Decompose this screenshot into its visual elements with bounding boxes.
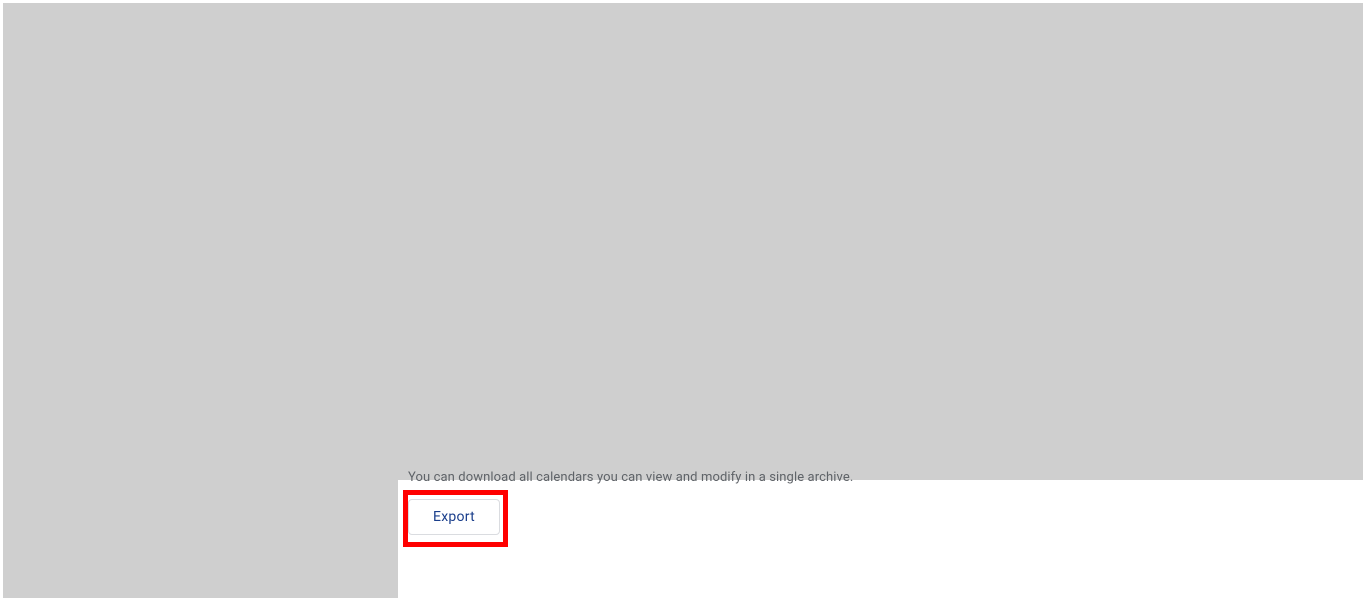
export-button[interactable]: Export [408,499,500,535]
overlay-left [3,3,398,598]
export-content-area: You can download all calendars you can v… [408,470,1366,535]
export-description: You can download all calendars you can v… [408,470,1366,485]
